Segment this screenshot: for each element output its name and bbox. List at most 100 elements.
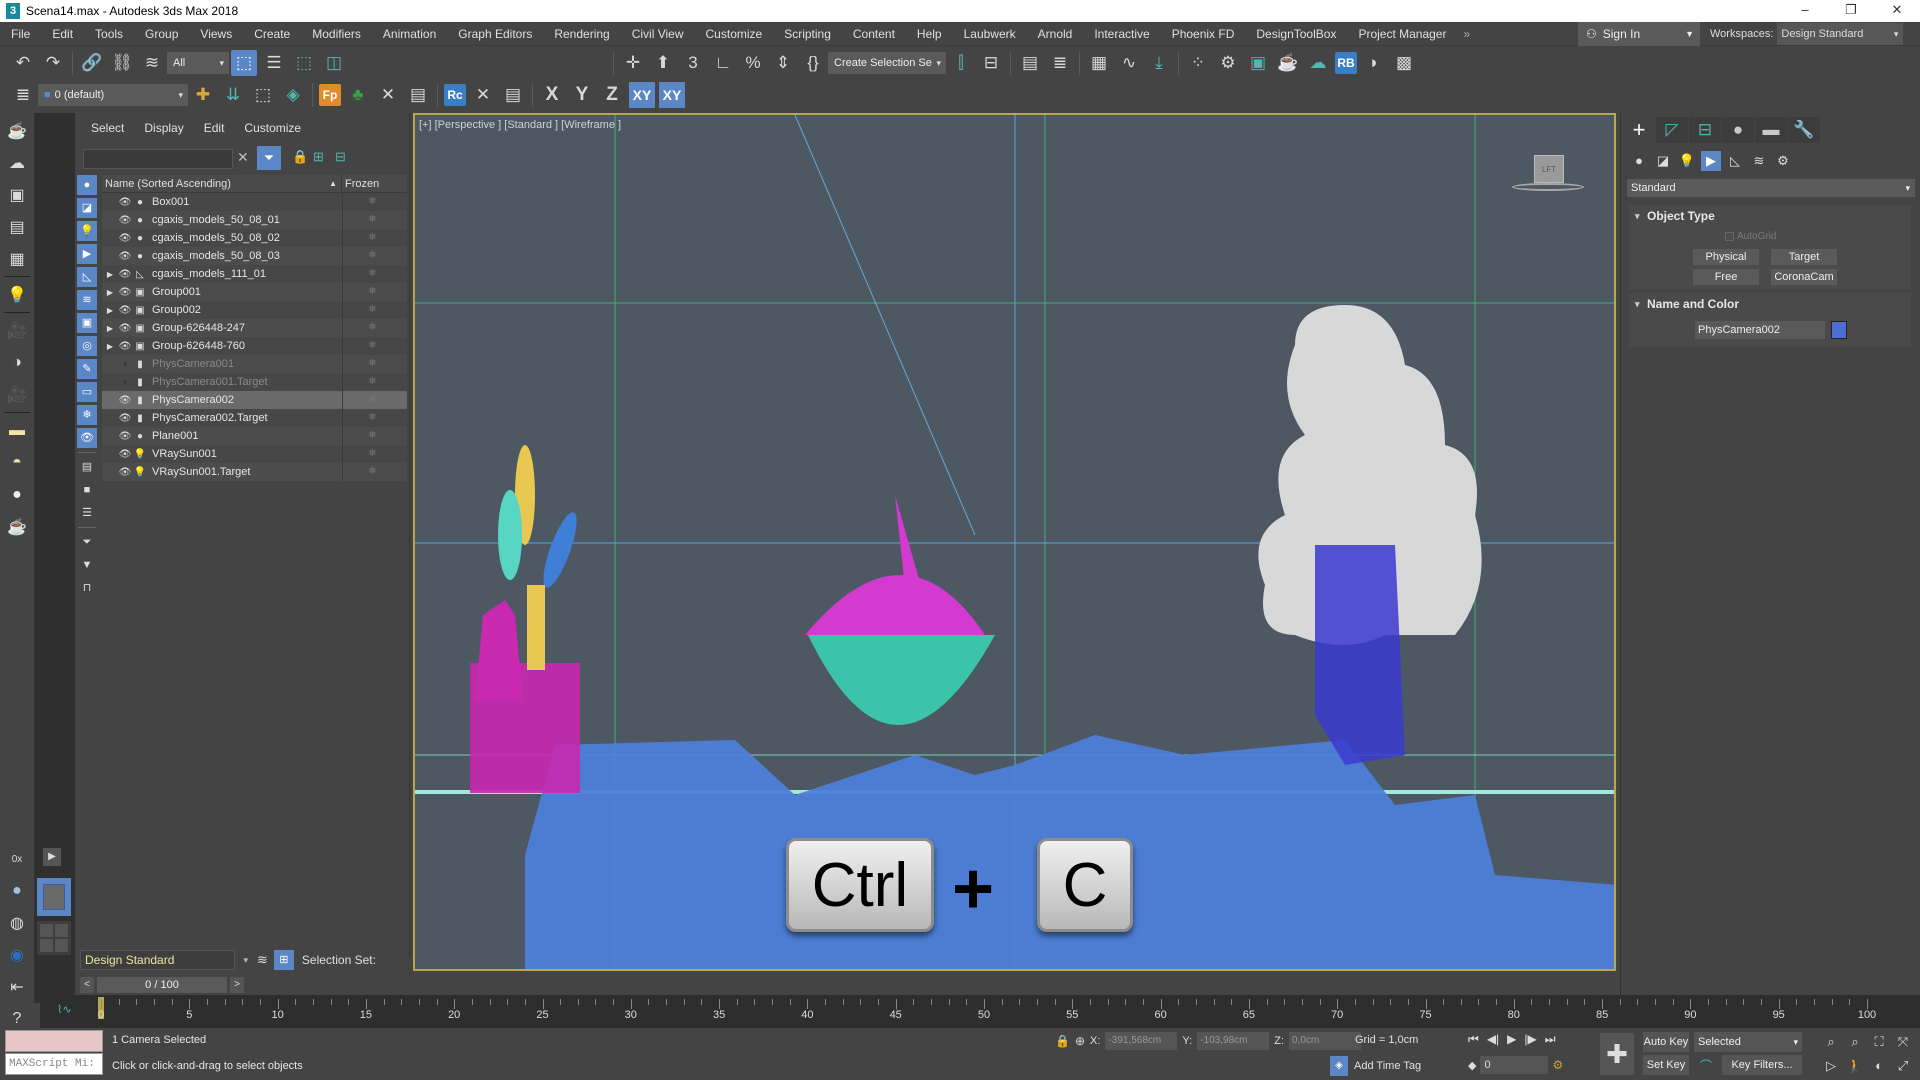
select-by-name-icon[interactable]: ☰ bbox=[261, 50, 287, 76]
menu-overflow-button[interactable]: » bbox=[1457, 27, 1476, 41]
table-row[interactable]: 👁 ● cgaxis_models_50_08_01 ❄ bbox=[102, 211, 407, 229]
scene-search-input[interactable] bbox=[83, 149, 233, 169]
utilities-tab-icon[interactable]: 🔧 bbox=[1788, 117, 1820, 143]
curve-editor-icon[interactable]: ∿ bbox=[1116, 50, 1142, 76]
orbit-icon[interactable]: ◐ bbox=[1868, 1056, 1890, 1076]
axis-xy-button[interactable]: XY bbox=[629, 82, 655, 108]
target-camera-button[interactable]: Target bbox=[1771, 249, 1837, 265]
table-row[interactable]: 👁 💡 VRaySun001 ❄ bbox=[102, 445, 407, 463]
menu-designtoolbox[interactable]: DesignToolBox bbox=[1245, 27, 1347, 41]
menu-edit[interactable]: Edit bbox=[41, 27, 84, 41]
freeze-toggle-icon[interactable]: ❄ bbox=[342, 427, 402, 445]
lock-icon[interactable]: 🔒 bbox=[292, 149, 308, 165]
freeze-toggle-icon[interactable]: ❄ bbox=[342, 355, 402, 373]
percent-snap-icon[interactable]: % bbox=[740, 50, 766, 76]
camera-sequencer-icon[interactable]: ◑ bbox=[3, 349, 31, 377]
rb-plugin-icon[interactable]: RB bbox=[1335, 52, 1357, 74]
current-frame-input[interactable]: 0 bbox=[1480, 1056, 1549, 1074]
viewport-layout-quad[interactable] bbox=[37, 921, 71, 955]
table-row[interactable]: ▶ 👁 ▣ Group002 ❄ bbox=[102, 301, 407, 319]
menu-create[interactable]: Create bbox=[243, 27, 301, 41]
key-filters-button[interactable]: Key Filters... bbox=[1722, 1055, 1802, 1075]
freeze-toggle-icon[interactable]: ❄ bbox=[342, 301, 402, 319]
selection-filter-dropdown[interactable]: All bbox=[167, 52, 229, 74]
table-row[interactable]: 👁 ● Plane001 ❄ bbox=[102, 427, 407, 445]
window-crossing-icon[interactable]: ◫ bbox=[321, 50, 347, 76]
settings-panel-icon[interactable]: ▤ bbox=[3, 213, 31, 241]
render-production-icon[interactable]: ☕ bbox=[1275, 50, 1301, 76]
render-extension-icon[interactable]: ◗ bbox=[1361, 50, 1387, 76]
angle-snap-icon[interactable]: ∟ bbox=[710, 50, 736, 76]
freeze-toggle-icon[interactable]: ❄ bbox=[342, 247, 402, 265]
zoom-all-icon[interactable]: ⌕ bbox=[1844, 1032, 1866, 1052]
clear-search-icon[interactable]: ✕ bbox=[237, 149, 249, 166]
time-slider-thumb[interactable]: 0 / 100 bbox=[97, 977, 227, 993]
expand-arrow-icon[interactable]: ▶ bbox=[102, 270, 118, 279]
menu-graph-editors[interactable]: Graph Editors bbox=[447, 27, 543, 41]
free-camera-button[interactable]: Free bbox=[1693, 269, 1759, 285]
ribbon-icon[interactable]: ▦ bbox=[1086, 50, 1112, 76]
viewport-label-menu[interactable]: [+] [Perspective ] [Standard ] [Wirefram… bbox=[419, 119, 621, 131]
viewport-layout-single[interactable] bbox=[37, 878, 71, 916]
add-to-layer-icon[interactable]: ⇊ bbox=[220, 82, 246, 108]
select-in-layer-icon[interactable]: ⬚ bbox=[250, 82, 276, 108]
filter-shapes-icon[interactable]: ◪ bbox=[77, 198, 97, 218]
go-to-start-icon[interactable]: ⏮ bbox=[1468, 1032, 1479, 1047]
se-menu-display[interactable]: Display bbox=[144, 121, 183, 135]
list-icon[interactable]: ▤ bbox=[500, 82, 526, 108]
close-button[interactable]: ✕ bbox=[1874, 0, 1920, 22]
sign-in-dropdown[interactable]: ⚇ Sign In ▼ bbox=[1578, 22, 1700, 46]
material-sphere-icon[interactable]: ● bbox=[3, 877, 31, 905]
render-window-icon[interactable]: ▣ bbox=[3, 181, 31, 209]
coronacam-button[interactable]: CoronaCam bbox=[1771, 269, 1837, 285]
filter-helpers-icon[interactable]: ◺ bbox=[77, 267, 97, 287]
filter-settings-icon[interactable]: ⏷ bbox=[77, 532, 97, 552]
mini-curve-editor-icon[interactable]: ⌇∿ bbox=[57, 1003, 72, 1016]
maxscript-listener-output[interactable] bbox=[5, 1030, 103, 1052]
list-icon[interactable]: ▤ bbox=[405, 82, 431, 108]
freeze-toggle-icon[interactable]: ❄ bbox=[342, 337, 402, 355]
menu-project-manager[interactable]: Project Manager bbox=[1347, 27, 1457, 41]
axis-z-button[interactable]: Z bbox=[599, 82, 625, 108]
tools-icon[interactable]: ✕ bbox=[470, 82, 496, 108]
add-time-tag-button[interactable]: ◈ Add Time Tag bbox=[1330, 1056, 1421, 1076]
filter-containers-icon[interactable]: ▭ bbox=[77, 382, 97, 402]
light-lister-icon[interactable]: 💡 bbox=[3, 281, 31, 309]
sort-by-layer-icon[interactable]: ⊟ bbox=[335, 149, 346, 165]
menu-civil-view[interactable]: Civil View bbox=[621, 27, 695, 41]
hidden-eye-icon[interactable]: ◖ bbox=[118, 359, 132, 370]
key-mode-toggle-icon[interactable]: ◆ bbox=[1468, 1059, 1476, 1072]
freeze-toggle-icon[interactable]: ❄ bbox=[342, 463, 402, 481]
expand-layouts-icon[interactable]: ▶ bbox=[43, 848, 61, 866]
previous-frame-button[interactable]: < bbox=[80, 977, 94, 993]
physical-camera-button[interactable]: Physical bbox=[1693, 249, 1759, 265]
unlink-icon[interactable]: ⛓ bbox=[109, 50, 135, 76]
visibility-eye-icon[interactable]: 👁 bbox=[118, 449, 132, 460]
physical-camera-icon[interactable]: 🎥 bbox=[3, 381, 31, 409]
zoom-extents-all-icon[interactable]: ⤧ bbox=[1892, 1032, 1914, 1052]
freeze-toggle-icon[interactable]: ❄ bbox=[342, 445, 402, 463]
material-browser-icon[interactable]: ◍ bbox=[3, 909, 31, 937]
visibility-eye-icon[interactable]: 👁 bbox=[118, 233, 132, 244]
visibility-eye-icon[interactable]: 👁 bbox=[118, 215, 132, 226]
filter-frozen-icon[interactable]: ❄ bbox=[77, 405, 97, 425]
layer-explorer-icon[interactable]: ≋ bbox=[257, 952, 268, 968]
invert-display-icon[interactable]: ☰ bbox=[77, 503, 97, 523]
freeze-toggle-icon[interactable]: ❄ bbox=[342, 211, 402, 229]
axis-y-button[interactable]: Y bbox=[569, 82, 595, 108]
toggle-scene-explorer-icon[interactable]: ▤ bbox=[1017, 50, 1043, 76]
select-and-move-icon[interactable]: ✛ bbox=[620, 50, 646, 76]
zoom-icon[interactable]: ⌕ bbox=[1820, 1032, 1842, 1052]
forest-pack-icon[interactable]: Fp bbox=[319, 84, 341, 106]
visibility-eye-icon[interactable]: 👁 bbox=[118, 305, 132, 316]
systems-category-icon[interactable]: ⚙ bbox=[1773, 151, 1793, 171]
sphere-light-icon[interactable]: ● bbox=[3, 481, 31, 509]
minimize-button[interactable]: – bbox=[1782, 0, 1828, 22]
filter-xrefs-icon[interactable]: ◎ bbox=[77, 336, 97, 356]
table-row[interactable]: ▶ 👁 ▣ Group-626448-760 ❄ bbox=[102, 337, 407, 355]
link-icon[interactable]: 🔗 bbox=[79, 50, 105, 76]
visibility-eye-icon[interactable]: 👁 bbox=[118, 467, 132, 478]
table-row[interactable]: ◖ ▮ PhysCamera001 ❄ bbox=[102, 355, 407, 373]
freeze-toggle-icon[interactable]: ❄ bbox=[342, 229, 402, 247]
se-menu-edit[interactable]: Edit bbox=[204, 121, 225, 135]
